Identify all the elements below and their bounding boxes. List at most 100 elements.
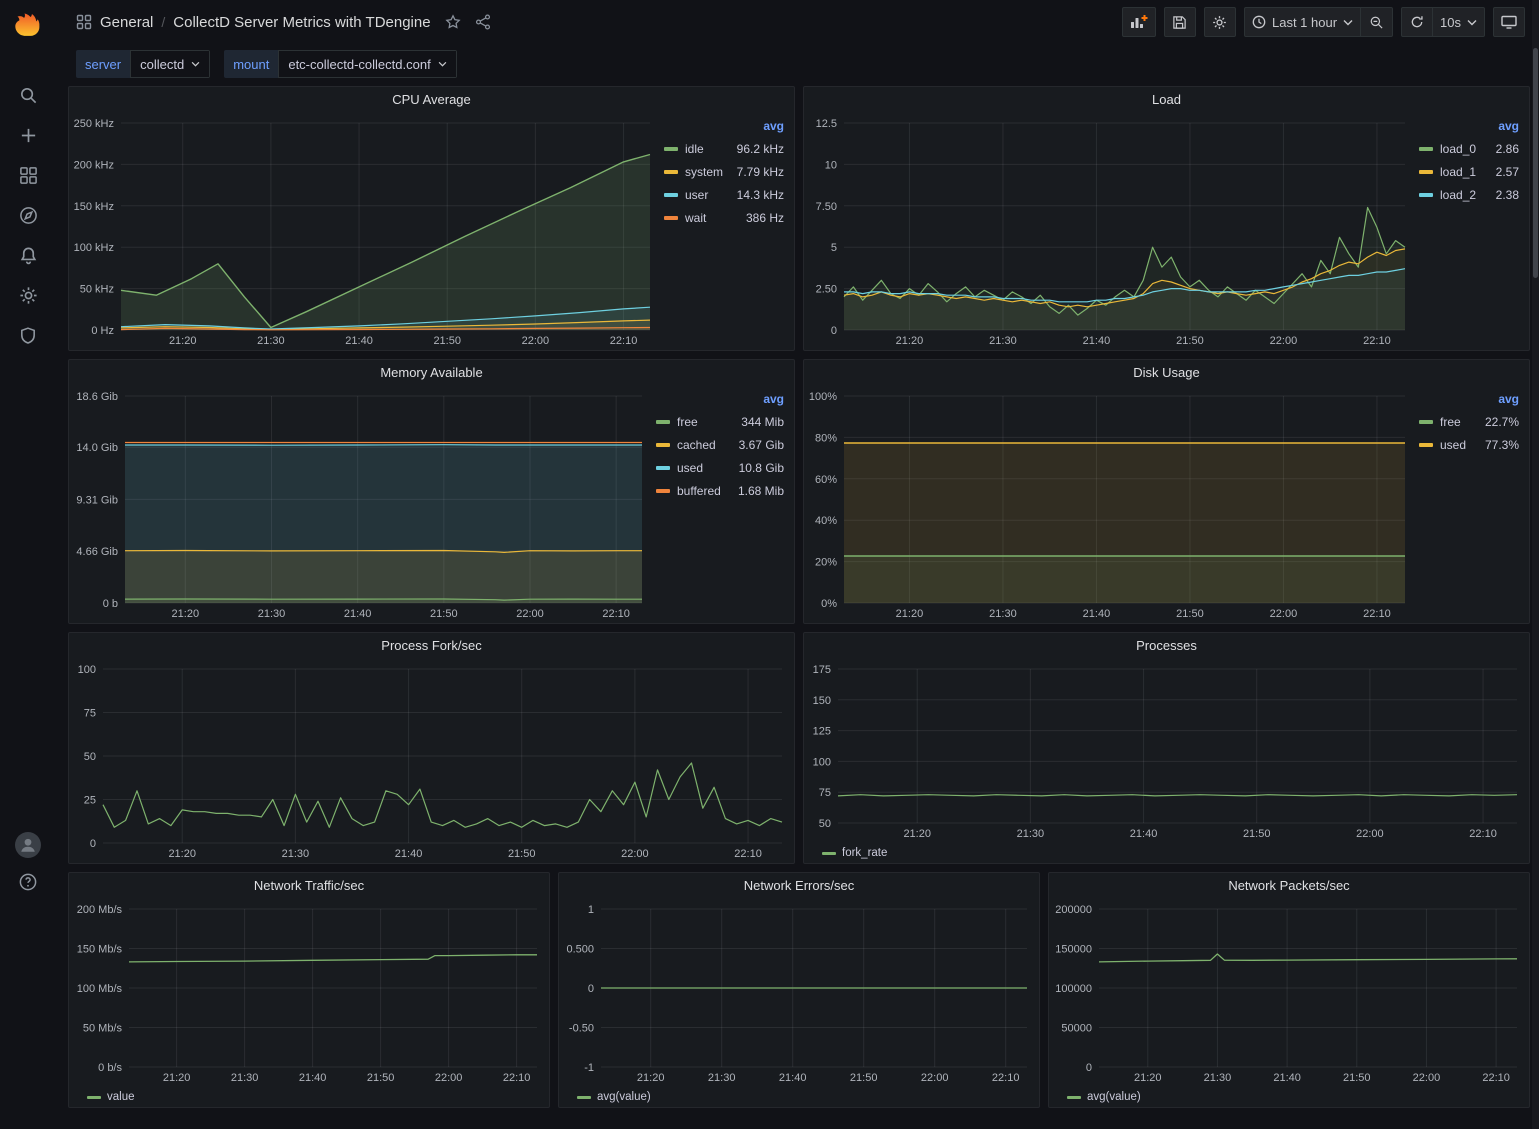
chart-network-packets[interactable]: 05000010000015000020000021:2021:3021:402… [1049, 899, 1529, 1087]
legend-avg-header[interactable]: avg [1419, 119, 1519, 137]
chart-memory-available[interactable]: 0 b4.66 Gib9.31 Gib14.0 Gib18.6 Gib21:20… [69, 386, 654, 623]
series-color-swatch[interactable] [1419, 420, 1433, 424]
legend-avg-header[interactable]: avg [656, 392, 784, 410]
legend-avg-header[interactable]: avg [664, 119, 784, 137]
series-color-swatch[interactable] [1419, 147, 1433, 151]
x-axis-tick-label: 21:20 [637, 1072, 665, 1084]
legend-item-fork_rate[interactable]: fork_rate [822, 843, 887, 863]
breadcrumb-section[interactable]: General [100, 14, 153, 31]
chart-network-traffic[interactable]: 0 b/s50 Mb/s100 Mb/s150 Mb/s200 Mb/s21:2… [69, 899, 549, 1087]
scrollbar-track[interactable] [1532, 0, 1539, 1129]
series-color-swatch[interactable] [656, 443, 670, 447]
panel-title[interactable]: Network Traffic/sec [69, 873, 549, 899]
panel-title[interactable]: Network Errors/sec [559, 873, 1039, 899]
sidebar-item-help[interactable] [0, 872, 56, 892]
legend-item-used[interactable]: used77.3% [1419, 433, 1519, 456]
grafana-logo[interactable] [0, 0, 56, 48]
panel-title[interactable]: Memory Available [69, 360, 794, 386]
cycle-view-button[interactable] [1493, 7, 1525, 37]
chart-load[interactable]: 02.5057.501012.521:2021:3021:4021:5022:0… [804, 113, 1417, 350]
series-color-swatch[interactable] [664, 170, 678, 174]
chart-disk-usage[interactable]: 0%20%40%60%80%100%21:2021:3021:4021:5022… [804, 386, 1417, 623]
legend-item-avg-value-[interactable]: avg(value) [577, 1087, 651, 1107]
sidebar-item-search[interactable] [8, 82, 48, 108]
sidebar-item-profile[interactable] [0, 832, 56, 858]
sidebar-item-create[interactable] [8, 122, 48, 148]
refresh-interval-dropdown[interactable]: 10s [1433, 7, 1485, 37]
dashboards-grid-icon[interactable] [76, 14, 92, 30]
variable-mount-dropdown[interactable]: etc-collectd-collectd.conf [278, 50, 456, 78]
chart-process-fork[interactable]: 025507510021:2021:3021:4021:5022:0022:10 [69, 659, 794, 863]
save-dashboard-button[interactable] [1164, 7, 1196, 37]
panel-title[interactable]: Process Fork/sec [69, 633, 794, 659]
legend-item-idle[interactable]: idle96.2 kHz [664, 137, 784, 160]
y-axis-tick-label: 50 Mb/s [83, 1023, 123, 1035]
panel-title[interactable]: Processes [804, 633, 1529, 659]
series-color-swatch[interactable] [1419, 443, 1433, 447]
series-color-swatch[interactable] [822, 852, 836, 855]
chart-canvas[interactable]: 0 b4.66 Gib9.31 Gib14.0 Gib18.6 Gib21:20… [69, 386, 654, 623]
x-axis-tick-label: 22:00 [621, 848, 649, 860]
legend-item-value[interactable]: value [87, 1087, 135, 1107]
panel-title[interactable]: Load [804, 87, 1529, 113]
scrollbar-thumb[interactable] [1533, 48, 1538, 278]
x-axis-tick-label: 21:20 [1134, 1072, 1162, 1084]
avatar[interactable] [15, 832, 41, 858]
chart-canvas[interactable]: 025507510021:2021:3021:4021:5022:0022:10 [69, 659, 794, 863]
chart-canvas[interactable]: 0 b/s50 Mb/s100 Mb/s150 Mb/s200 Mb/s21:2… [69, 899, 549, 1087]
refresh-button[interactable] [1401, 7, 1433, 37]
chart-processes[interactable]: 507510012515017521:2021:3021:4021:5022:0… [804, 659, 1529, 843]
series-color-swatch[interactable] [664, 147, 678, 151]
breadcrumb-title[interactable]: CollectD Server Metrics with TDengine [173, 14, 430, 31]
chart-network-errors[interactable]: -1-0.5000.500121:2021:3021:4021:5022:002… [559, 899, 1039, 1087]
star-icon[interactable] [445, 14, 461, 30]
sidebar-item-dashboards[interactable] [8, 162, 48, 188]
series-color-swatch[interactable] [656, 466, 670, 470]
chart-canvas[interactable]: 0%20%40%60%80%100%21:2021:3021:4021:5022… [804, 386, 1417, 623]
sidebar-item-explore[interactable] [8, 202, 48, 228]
legend-item-load_0[interactable]: load_02.86 [1419, 137, 1519, 160]
panel-title[interactable]: Disk Usage [804, 360, 1529, 386]
y-axis-tick-label: 200 kHz [74, 159, 114, 171]
add-panel-button[interactable] [1122, 7, 1156, 37]
legend-item-free[interactable]: free22.7% [1419, 410, 1519, 433]
zoom-out-button[interactable] [1361, 7, 1393, 37]
legend-item-cached[interactable]: cached3.67 Gib [656, 433, 784, 456]
y-axis-tick-label: 18.6 Gib [76, 391, 118, 403]
legend-item-load_2[interactable]: load_22.38 [1419, 183, 1519, 206]
chart-canvas[interactable]: 507510012515017521:2021:3021:4021:5022:0… [804, 659, 1529, 843]
series-color-swatch[interactable] [577, 1096, 591, 1099]
sidebar-item-server-admin[interactable] [8, 322, 48, 348]
legend-item-user[interactable]: user14.3 kHz [664, 183, 784, 206]
chart-canvas[interactable]: 02.5057.501012.521:2021:3021:4021:5022:0… [804, 113, 1417, 350]
legend-item-avg-value-[interactable]: avg(value) [1067, 1087, 1141, 1107]
legend-item-load_1[interactable]: load_12.57 [1419, 160, 1519, 183]
legend-avg-header[interactable]: avg [1419, 392, 1519, 410]
variable-server-dropdown[interactable]: collectd [130, 50, 210, 78]
series-color-swatch[interactable] [1419, 170, 1433, 174]
legend-item-system[interactable]: system7.79 kHz [664, 160, 784, 183]
legend-item-buffered[interactable]: buffered1.68 Mib [656, 479, 784, 502]
panel-title[interactable]: CPU Average [69, 87, 794, 113]
legend-item-free[interactable]: free344 Mib [656, 410, 784, 433]
dashboard-settings-button[interactable] [1204, 7, 1236, 37]
sidebar-item-configuration[interactable] [8, 282, 48, 308]
legend-item-used[interactable]: used10.8 Gib [656, 456, 784, 479]
panel-title[interactable]: Network Packets/sec [1049, 873, 1529, 899]
legend-item-wait[interactable]: wait386 Hz [664, 206, 784, 229]
y-axis-tick-label: -0.50 [569, 1023, 594, 1035]
share-icon[interactable] [475, 14, 491, 30]
series-color-swatch[interactable] [664, 193, 678, 197]
series-color-swatch[interactable] [656, 420, 670, 424]
series-color-swatch[interactable] [1067, 1096, 1081, 1099]
sidebar-item-alerting[interactable] [8, 242, 48, 268]
series-color-swatch[interactable] [664, 216, 678, 220]
chart-canvas[interactable]: 05000010000015000020000021:2021:3021:402… [1049, 899, 1529, 1087]
series-color-swatch[interactable] [1419, 193, 1433, 197]
time-range-picker[interactable]: Last 1 hour [1244, 7, 1361, 37]
chart-canvas[interactable]: 0 Hz50 kHz100 kHz150 kHz200 kHz250 kHz21… [69, 113, 662, 350]
chart-canvas[interactable]: -1-0.5000.500121:2021:3021:4021:5022:002… [559, 899, 1039, 1087]
chart-cpu-average[interactable]: 0 Hz50 kHz100 kHz150 kHz200 kHz250 kHz21… [69, 113, 662, 350]
series-color-swatch[interactable] [656, 489, 670, 493]
series-color-swatch[interactable] [87, 1096, 101, 1099]
